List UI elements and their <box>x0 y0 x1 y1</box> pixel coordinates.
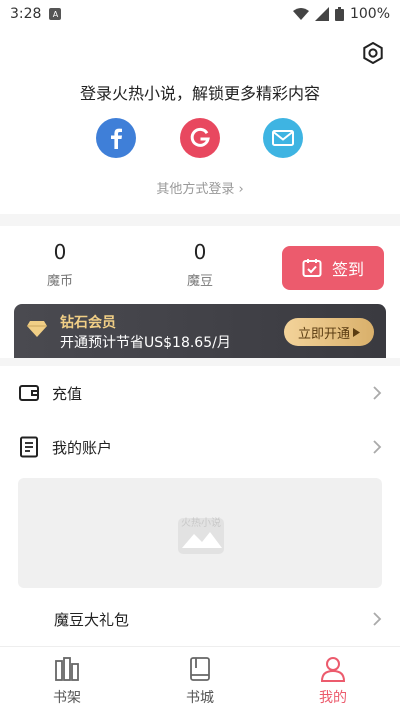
banner-placeholder-label: 火热小说 <box>181 518 221 529</box>
tab-mine[interactable]: 我的 <box>293 655 373 707</box>
other-login-link[interactable]: 其他方式登录 › <box>0 178 400 197</box>
bookshelf-icon <box>55 657 79 681</box>
diamond-icon <box>27 321 47 337</box>
tab-label: 我的 <box>319 690 347 706</box>
chevron-right-icon <box>373 612 382 626</box>
book-icon <box>190 657 210 681</box>
vip-open-button[interactable]: 立即开通 <box>284 318 374 346</box>
status-time: 3:28 <box>10 6 42 22</box>
calendar-check-icon <box>302 259 322 277</box>
chevron-right-icon <box>373 440 382 454</box>
vip-open-label: 立即开通 <box>297 326 350 342</box>
coin-label: 魔币 <box>46 274 73 289</box>
google-login-button[interactable] <box>180 118 220 158</box>
notification-icon: A <box>49 8 62 20</box>
login-title: 登录火热小说，解锁更多精彩内容 <box>79 84 320 103</box>
triangle-right-icon <box>353 327 360 337</box>
checkin-label: 签到 <box>331 260 364 279</box>
menu-item-gift-pack[interactable]: 魔豆大礼包 <box>0 592 400 646</box>
document-icon <box>20 436 38 458</box>
vip-card[interactable]: 钻石会员 开通预计节省US$18.65/月 立即开通 <box>14 304 386 358</box>
tab-bookshelf[interactable]: 书架 <box>27 655 107 707</box>
menu-item-label: 魔豆大礼包 <box>54 610 130 629</box>
bottom-tab-bar: 书架 书城 我的 <box>0 646 400 710</box>
wifi-icon <box>292 8 309 20</box>
vip-title: 钻石会员 <box>60 315 116 331</box>
tab-bookstore[interactable]: 书城 <box>160 655 240 707</box>
checkin-button[interactable]: 签到 <box>282 246 384 290</box>
status-indicators: 100% <box>292 6 390 22</box>
promo-banner[interactable]: 火热小说 <box>18 478 382 588</box>
wallet-row: 0 魔币 0 魔豆 签到 <box>0 226 400 306</box>
battery-icon <box>334 7 344 21</box>
signal-icon <box>314 7 329 21</box>
battery-percent: 100% <box>349 6 390 22</box>
chevron-right-icon <box>373 386 382 400</box>
vip-description: 开通预计节省US$18.65/月 <box>60 335 231 351</box>
tab-label: 书城 <box>186 690 214 706</box>
email-login-button[interactable] <box>263 118 303 158</box>
bean-value: 0 <box>193 240 207 264</box>
person-icon <box>320 657 346 682</box>
menu-item-label: 我的账户 <box>52 438 113 457</box>
menu-item-account[interactable]: 我的账户 <box>0 420 400 474</box>
facebook-login-button[interactable] <box>96 118 136 158</box>
bean-stat[interactable]: 0 魔豆 <box>170 240 230 289</box>
coin-value: 0 <box>53 240 67 264</box>
facebook-icon <box>111 128 122 149</box>
section-divider <box>0 358 400 366</box>
tab-label: 书架 <box>53 690 81 706</box>
section-divider <box>0 214 400 226</box>
gear-icon[interactable] <box>362 42 384 64</box>
coin-stat[interactable]: 0 魔币 <box>30 240 90 289</box>
status-bar: 3:28 A 100% <box>0 0 400 28</box>
bean-label: 魔豆 <box>186 274 213 289</box>
menu-item-label: 充值 <box>52 384 83 403</box>
email-icon <box>272 130 294 146</box>
wallet-icon <box>19 385 39 401</box>
google-icon <box>190 127 210 147</box>
menu-item-recharge[interactable]: 充值 <box>0 366 400 420</box>
